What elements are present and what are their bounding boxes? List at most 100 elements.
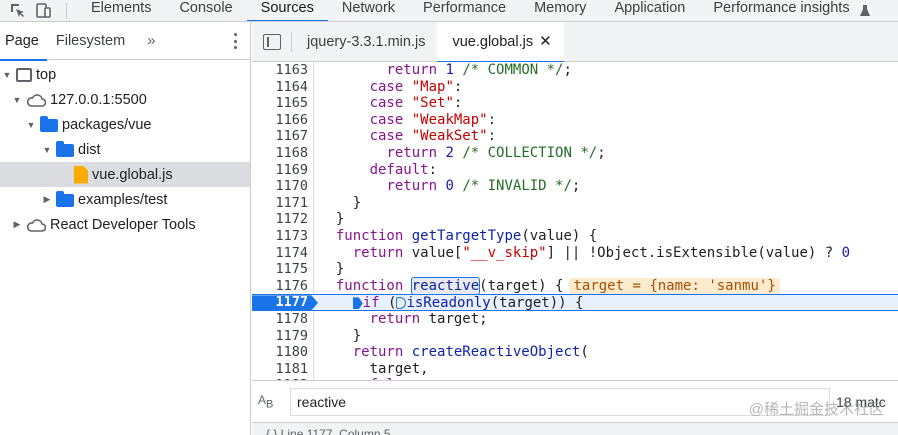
tab-network[interactable]: Network xyxy=(328,0,409,21)
devtools-tab-bar: Elements Console Sources Network Perform… xyxy=(0,0,898,22)
code-text: target, xyxy=(319,360,429,377)
line-number[interactable]: 1171 xyxy=(252,195,310,212)
code-line[interactable]: 1173 function getTargetType(value) { xyxy=(252,228,898,245)
editor-tab-vue-global[interactable]: vue.global.js ✕ xyxy=(437,21,564,63)
code-text: return 0 /* INVALID */; xyxy=(386,178,581,195)
line-number[interactable]: 1165 xyxy=(252,95,310,112)
tab-memory[interactable]: Memory xyxy=(520,0,600,21)
code-editor[interactable]: 1163 return 1 /* COMMON */; 1164 case "Ma… xyxy=(252,62,898,380)
inline-value-hint: target = {name: 'sanmu'} xyxy=(569,277,780,294)
code-text: } xyxy=(319,211,345,228)
code-line[interactable]: 1181 target, xyxy=(252,361,898,378)
expand-triangle-icon[interactable]: ▼ xyxy=(12,95,22,105)
code-text: } xyxy=(319,327,362,344)
tree-item-examples-test[interactable]: ▶ examples/test xyxy=(0,187,250,212)
code-text: case "WeakSet": xyxy=(369,128,497,145)
code-line[interactable]: 1172 } xyxy=(252,211,898,228)
code-line[interactable]: 1164 case "Map": xyxy=(252,79,898,96)
code-line[interactable]: 1171 } xyxy=(252,195,898,212)
code-line[interactable]: 1170 return 0 /* INVALID */; xyxy=(252,178,898,195)
line-number[interactable]: 1181 xyxy=(252,361,310,378)
code-line[interactable]: 1174 return value["__v_skip"] || !Object… xyxy=(252,245,898,262)
code-line[interactable]: 1176 function reactive(target) {target =… xyxy=(252,276,898,295)
collapse-triangle-icon[interactable]: ▶ xyxy=(12,219,22,230)
inline-breakpoint-icon[interactable] xyxy=(396,297,407,310)
watermark: @稀土掘金技术社区 xyxy=(748,401,884,418)
toolbar-divider xyxy=(66,2,67,19)
toggle-navigator-icon[interactable] xyxy=(263,33,281,50)
tab-performance-insights[interactable]: Performance insights xyxy=(699,0,863,21)
tree-item-dist[interactable]: ▼ dist xyxy=(0,137,250,162)
code-line[interactable]: 1178 return target; xyxy=(252,311,898,328)
code-line[interactable]: 1163 return 1 /* COMMON */; xyxy=(252,62,898,79)
line-number[interactable]: 1167 xyxy=(252,128,310,145)
line-number[interactable]: 1168 xyxy=(252,145,310,162)
tree-item-vue-global-js[interactable]: vue.global.js xyxy=(0,162,250,187)
breakpoint-marker[interactable]: 1177 xyxy=(252,295,318,311)
editor-tab-label: vue.global.js xyxy=(452,33,534,50)
code-text: return createReactiveObject( xyxy=(352,344,589,361)
cloud-icon xyxy=(26,93,46,107)
cursor-position: { } Line 1177, Column 5 xyxy=(266,427,391,435)
collapse-triangle-icon[interactable]: ▶ xyxy=(42,194,52,205)
tree-item-label: 127.0.0.1:5500 xyxy=(50,91,147,108)
code-line[interactable]: 1165 case "Set": xyxy=(252,95,898,112)
code-text: return 1 /* COMMON */; xyxy=(386,62,572,78)
line-number[interactable]: 1180 xyxy=(252,344,310,361)
more-tabs-chevron-icon[interactable]: » xyxy=(147,32,155,49)
line-number[interactable]: 1172 xyxy=(252,211,310,228)
file-icon xyxy=(74,165,88,184)
tab-application[interactable]: Application xyxy=(600,0,699,21)
tree-item-react-devtools[interactable]: ▶ React Developer Tools xyxy=(0,212,250,237)
more-options-icon[interactable] xyxy=(234,33,238,49)
code-text: case "Map": xyxy=(369,78,463,95)
tab-elements[interactable]: Elements xyxy=(77,0,165,21)
code-line[interactable]: 1166 case "WeakMap": xyxy=(252,112,898,129)
tree-item-host[interactable]: ▼ 127.0.0.1:5500 xyxy=(0,87,250,112)
source-tree: ▼ top ▼ 127.0.0.1:5500 ▼ packages/vue ▼ … xyxy=(0,60,250,237)
expand-triangle-icon[interactable]: ▼ xyxy=(42,145,52,155)
line-number[interactable]: 1179 xyxy=(252,328,310,345)
line-number[interactable]: 1175 xyxy=(252,261,310,278)
tree-item-packages-vue[interactable]: ▼ packages/vue xyxy=(0,112,250,137)
code-text: } xyxy=(319,261,345,278)
line-number[interactable]: 1169 xyxy=(252,162,310,179)
tab-sources[interactable]: Sources xyxy=(246,0,329,21)
tree-item-top[interactable]: ▼ top xyxy=(0,62,250,87)
tab-console[interactable]: Console xyxy=(165,0,246,21)
expand-triangle-icon[interactable]: ▼ xyxy=(2,70,12,80)
tab-page[interactable]: Page xyxy=(0,22,47,61)
code-line[interactable]: 1177 if (isReadonly(target)) { xyxy=(252,294,898,311)
line-number[interactable]: 1174 xyxy=(252,245,310,262)
inspect-element-icon[interactable] xyxy=(8,3,26,19)
line-number[interactable]: 1176 xyxy=(252,278,310,295)
code-line[interactable]: 1180 return createReactiveObject( xyxy=(252,344,898,361)
code-line[interactable]: 1168 return 2 /* COLLECTION */; xyxy=(252,145,898,162)
match-case-icon[interactable]: AB xyxy=(258,393,280,410)
editor-tab-jquery[interactable]: jquery-3.3.1.min.js xyxy=(292,22,437,62)
code-line[interactable]: 1169 default: xyxy=(252,162,898,179)
code-text: return target; xyxy=(369,311,488,327)
code-line[interactable]: 1175 } xyxy=(252,261,898,278)
line-number[interactable]: 1173 xyxy=(252,228,310,245)
cloud-icon xyxy=(26,218,46,232)
code-line[interactable]: 1167 case "WeakSet": xyxy=(252,128,898,145)
device-toolbar-icon[interactable] xyxy=(34,3,52,19)
tree-item-label: examples/test xyxy=(78,191,168,208)
tab-performance[interactable]: Performance xyxy=(409,0,520,21)
code-text: } xyxy=(319,194,362,211)
expand-triangle-icon[interactable]: ▼ xyxy=(26,120,36,130)
code-line[interactable]: 1179 } xyxy=(252,328,898,345)
line-number[interactable]: 1166 xyxy=(252,112,310,129)
line-number[interactable]: 1170 xyxy=(252,178,310,195)
editor-tab-bar: jquery-3.3.1.min.js vue.global.js ✕ xyxy=(252,21,898,63)
line-number[interactable]: 1178 xyxy=(252,311,310,328)
tab-filesystem[interactable]: Filesystem xyxy=(51,22,133,60)
code-text: default: xyxy=(369,161,438,178)
close-tab-icon[interactable]: ✕ xyxy=(539,33,552,50)
line-number[interactable]: 1163 xyxy=(252,62,310,79)
code-text: return 2 /* COLLECTION */; xyxy=(386,145,606,161)
execution-pointer-icon xyxy=(352,297,363,310)
folder-icon xyxy=(40,115,58,132)
line-number[interactable]: 1164 xyxy=(252,79,310,96)
